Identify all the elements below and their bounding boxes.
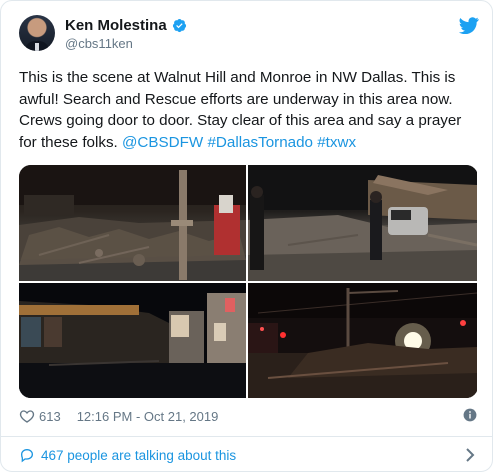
like-count[interactable]: 613 <box>39 409 61 424</box>
hashtag-link[interactable]: #txwx <box>317 134 356 151</box>
heart-icon[interactable] <box>19 408 35 424</box>
photo-4[interactable] <box>248 283 477 398</box>
media-grid <box>19 165 478 398</box>
conversation-label[interactable]: 467 people are talking about this <box>41 448 236 463</box>
tweet-card: Ken Molestina @cbs11ken This is the scen… <box>0 0 493 472</box>
divider <box>1 436 492 437</box>
reply-icon <box>20 448 34 463</box>
tweet-header: Ken Molestina @cbs11ken <box>19 15 479 59</box>
photo-1[interactable] <box>19 165 246 281</box>
name-line: Ken Molestina <box>65 17 187 34</box>
photo-2[interactable] <box>248 165 477 281</box>
photo-3[interactable] <box>19 283 246 398</box>
mention-link[interactable]: @CBSDFW <box>122 134 203 151</box>
handle[interactable]: @cbs11ken <box>65 36 133 51</box>
timestamp[interactable]: 12:16 PM - Oct 21, 2019 <box>77 409 219 424</box>
twitter-bird-icon[interactable] <box>459 17 479 34</box>
hashtag-link[interactable]: #DallasTornado <box>207 134 313 151</box>
chevron-right-icon[interactable] <box>465 448 475 462</box>
tweet-actions: 613 12:16 PM - Oct 21, 2019 <box>19 406 479 426</box>
avatar[interactable] <box>19 15 55 51</box>
conversation-link[interactable]: 467 people are talking about this <box>19 444 479 466</box>
display-name[interactable]: Ken Molestina <box>65 17 167 34</box>
verified-badge-icon <box>172 18 186 33</box>
tweet-text: This is the scene at Walnut Hill and Mon… <box>19 67 481 153</box>
info-icon[interactable] <box>463 408 477 422</box>
